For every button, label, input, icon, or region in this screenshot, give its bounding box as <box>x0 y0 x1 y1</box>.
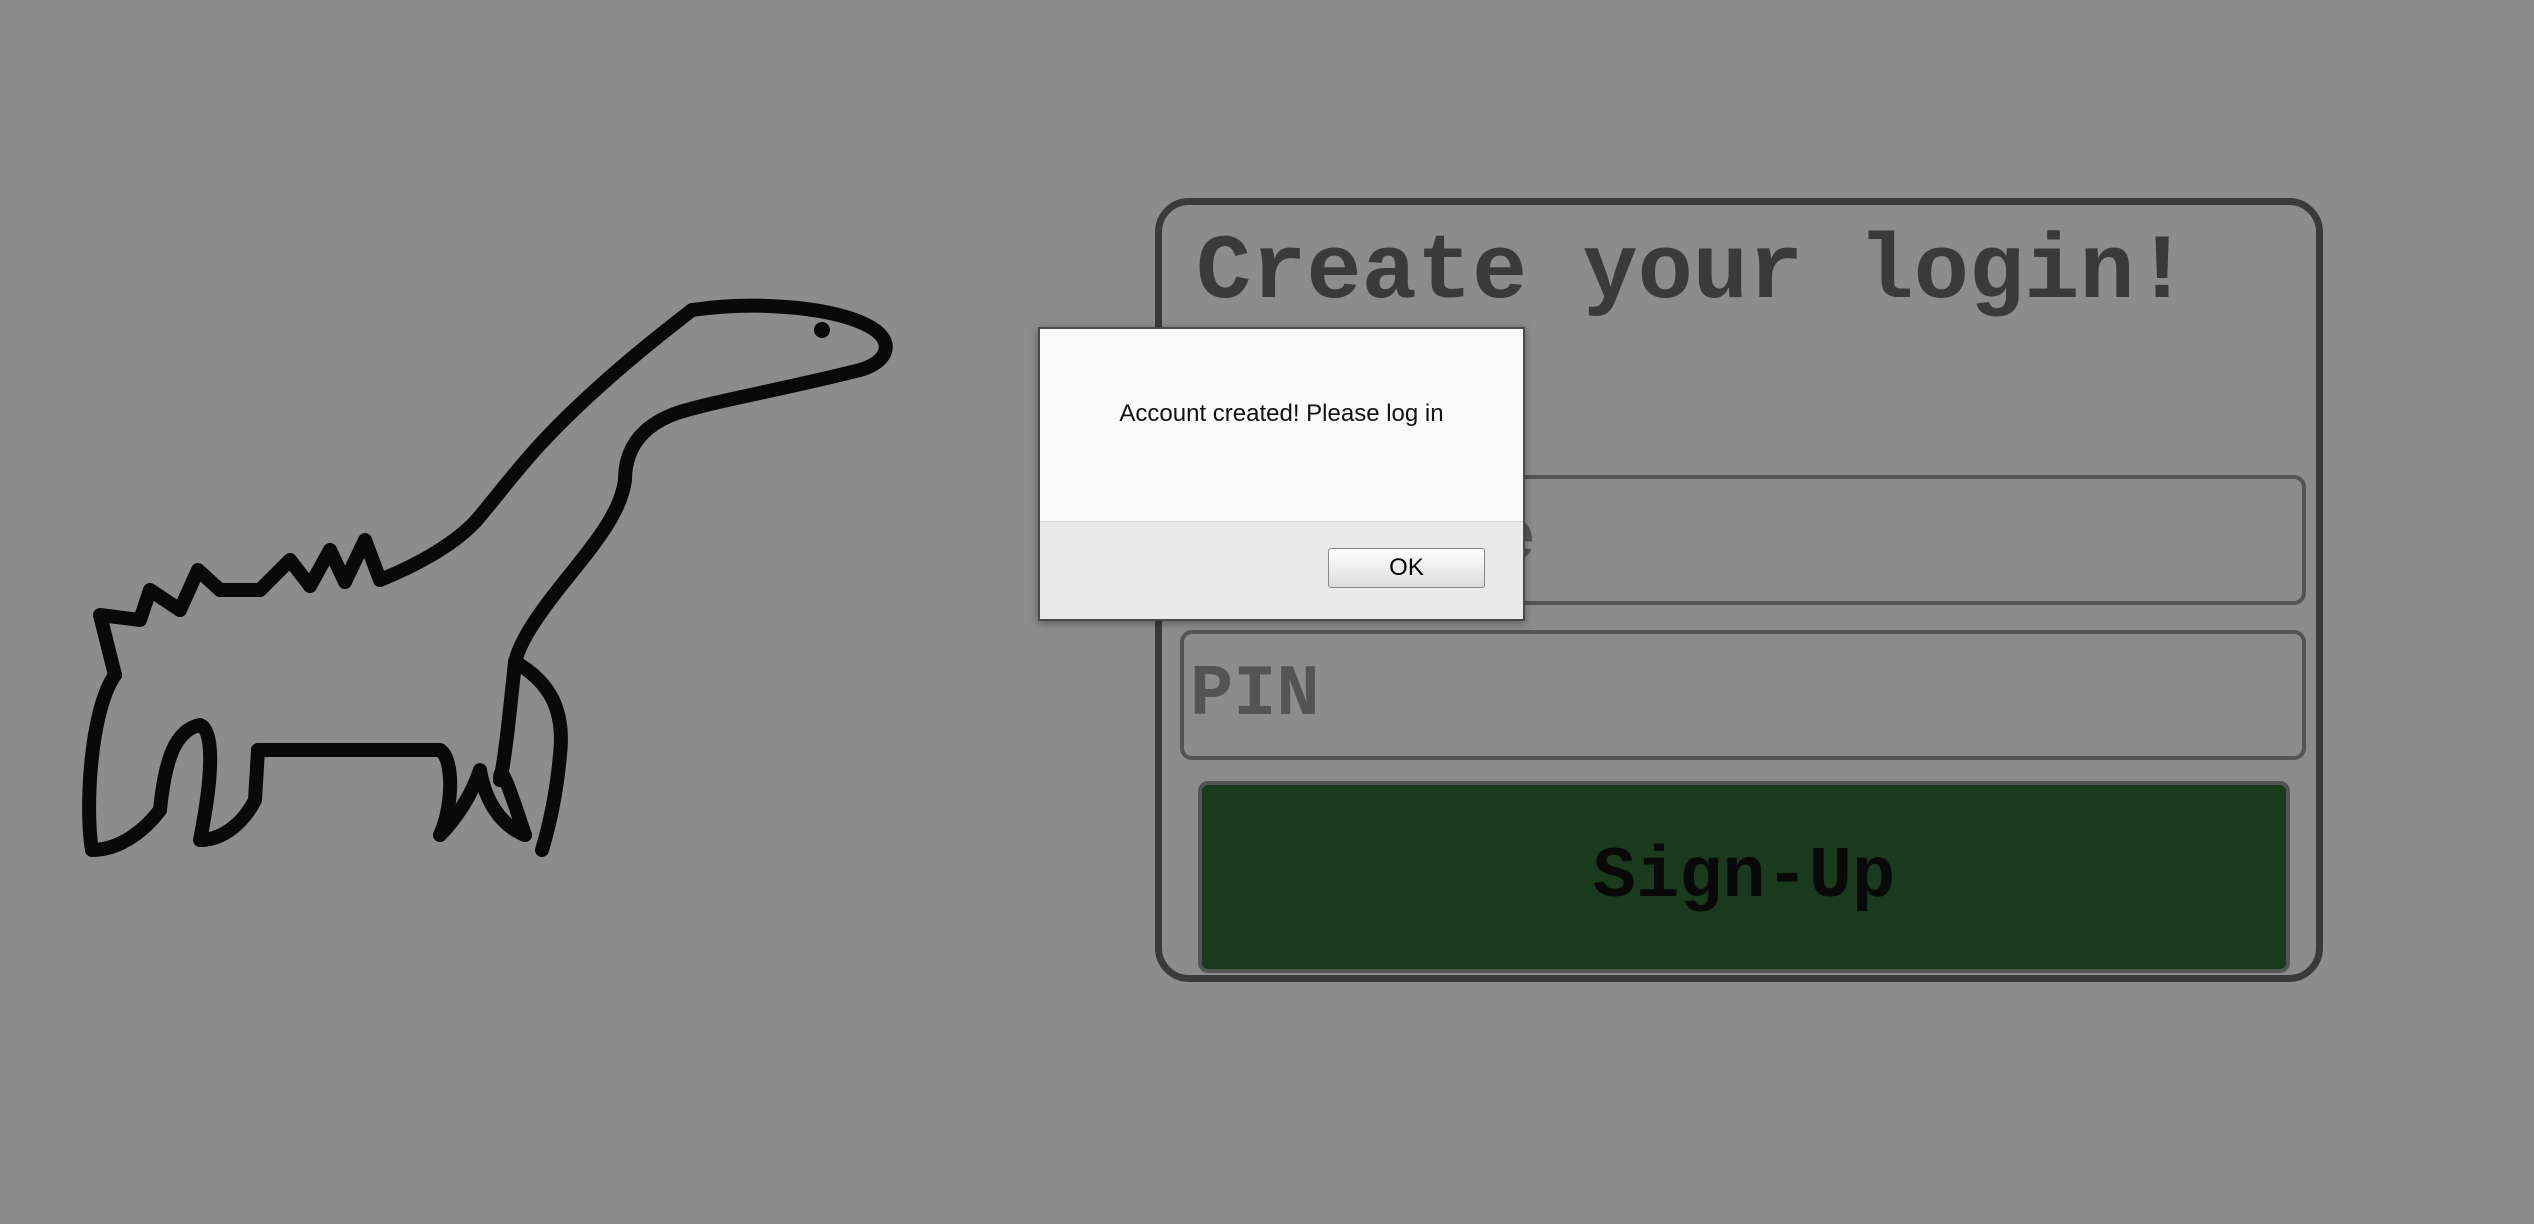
alert-dialog: Account created! Please log in OK <box>1038 327 1525 621</box>
alert-dialog-footer: OK <box>1040 521 1523 619</box>
alert-message: Account created! Please log in <box>1119 400 1444 427</box>
alert-dialog-body: Account created! Please log in <box>1040 329 1523 524</box>
ok-button[interactable]: OK <box>1328 548 1485 588</box>
